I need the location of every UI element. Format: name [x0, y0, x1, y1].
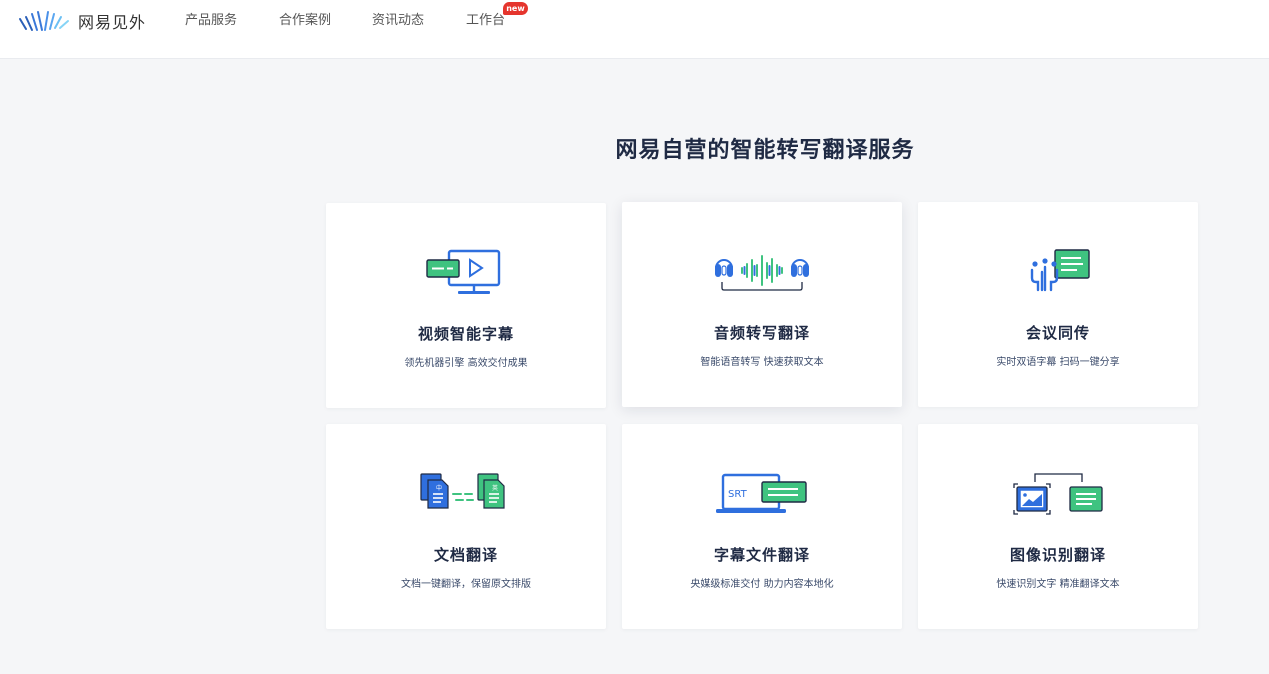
card-desc: 快速识别文字 精准翻译文本: [996, 579, 1120, 590]
card-meeting-interpret[interactable]: 会议同传 实时双语字幕 扫码一键分享: [918, 202, 1198, 407]
card-desc: 文档一键翻译，保留原文排版: [401, 579, 531, 590]
card-audio-transcribe[interactable]: 音频转写翻译 智能语音转写 快速获取文本: [622, 202, 902, 407]
logo-waves-icon: [19, 11, 69, 31]
image-recognition-icon: [1013, 473, 1103, 515]
card-document-translate[interactable]: 中 英 文档翻译 文档一键翻译，保留原文排版: [326, 424, 606, 629]
card-subtitle-file[interactable]: SRT 字幕文件翻译 央媒级标准交付 助力内容本地化: [622, 424, 902, 629]
meeting-interpret-icon: [1030, 249, 1090, 292]
card-desc: 领先机器引擎 高效交付成果: [404, 358, 528, 369]
card-desc: 智能语音转写 快速获取文本: [700, 357, 824, 368]
section-title: 网易自营的智能转写翻译服务: [615, 138, 915, 163]
srt-label: SRT: [728, 489, 748, 500]
audio-transcribe-icon: [715, 255, 809, 291]
logo-text: 网易见外: [78, 13, 147, 32]
nav-workbench[interactable]: 工作台: [466, 12, 505, 30]
new-badge: new: [503, 2, 528, 15]
svg-text:英: 英: [492, 484, 498, 492]
subtitle-file-icon: SRT: [716, 473, 807, 513]
svg-text:中: 中: [436, 484, 442, 492]
top-navbar: 网易见外 产品服务 合作案例 资讯动态 工作台 new: [0, 0, 1269, 59]
card-desc: 实时双语字幕 扫码一键分享: [996, 357, 1120, 368]
card-title: 文档翻译: [433, 546, 498, 564]
card-title: 图像识别翻译: [1009, 546, 1106, 564]
document-translate-icon: 中 英: [420, 473, 505, 509]
card-title: 字幕文件翻译: [713, 546, 810, 564]
nav-products[interactable]: 产品服务: [185, 12, 237, 30]
nav-cases[interactable]: 合作案例: [279, 12, 331, 30]
video-subtitle-icon: [426, 249, 501, 294]
card-title: 音频转写翻译: [713, 324, 810, 342]
nav-news[interactable]: 资讯动态: [372, 12, 424, 30]
card-title: 会议同传: [1025, 324, 1090, 342]
card-desc: 央媒级标准交付 助力内容本地化: [690, 579, 834, 590]
card-image-recognition[interactable]: 图像识别翻译 快速识别文字 精准翻译文本: [918, 424, 1198, 629]
card-title: 视频智能字幕: [417, 325, 514, 343]
card-video-subtitle[interactable]: 视频智能字幕 领先机器引擎 高效交付成果: [326, 203, 606, 408]
logo[interactable]: 网易见外: [18, 9, 146, 33]
